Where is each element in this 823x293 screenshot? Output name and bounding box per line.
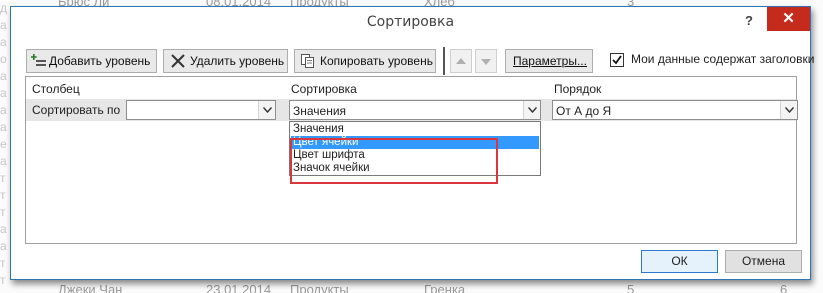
delete-x-icon [170, 53, 186, 69]
sort-on-dropdown-button[interactable] [523, 101, 540, 119]
add-level-label: Добавить уровень [49, 54, 151, 68]
move-up-button[interactable] [450, 49, 472, 73]
headers-checkbox[interactable] [610, 53, 624, 67]
background-row-bottom: Джеки Чан 23.01.2014 Продукты Гренка 5 6 [0, 283, 823, 293]
bg-cell: 23.01.2014 [206, 283, 272, 293]
delete-level-label: Удалить уровень [190, 54, 285, 68]
sort-on-option-values[interactable]: Значения [291, 123, 539, 136]
column-select[interactable] [126, 100, 276, 120]
sort-dialog: Сортировка ? ✕ Добавить уровень Удалить … [10, 6, 814, 280]
copy-level-button[interactable]: Копировать уровень [294, 49, 436, 73]
dialog-title: Сортировка [366, 14, 455, 30]
order-dropdown-button[interactable] [780, 101, 797, 119]
column-dropdown-button[interactable] [258, 101, 275, 119]
cancel-button[interactable]: Отмена [725, 250, 802, 273]
add-level-button[interactable]: Добавить уровень [26, 49, 157, 73]
bg-cell: Продукты [290, 283, 349, 293]
arrow-down-icon [481, 59, 491, 65]
help-button[interactable]: ? [739, 11, 759, 31]
bg-cell: Гренка [424, 283, 466, 293]
column-header: Столбец [32, 82, 80, 96]
order-header: Порядок [554, 82, 602, 96]
options-label: Параметры... [513, 54, 587, 68]
arrow-up-icon [456, 58, 466, 64]
checkmark-icon [612, 55, 622, 65]
order-select[interactable]: От А до Я [552, 100, 798, 120]
chevron-down-icon [528, 107, 537, 113]
order-select-value: От А до Я [556, 104, 612, 118]
bg-cell: 6 [780, 283, 788, 293]
bg-cell: Джеки Чан [58, 283, 123, 293]
options-button[interactable]: Параметры... [505, 49, 593, 73]
add-level-icon [31, 53, 47, 69]
headers-checkbox-label[interactable]: Мои данные содержат заголовки [631, 52, 814, 66]
sort-on-select[interactable]: Значения [289, 100, 541, 120]
chevron-down-icon [785, 107, 794, 113]
chevron-down-icon [263, 107, 272, 113]
sort-levels-grid: Столбец Сортировка Порядок Сортировать п… [25, 76, 798, 244]
delete-level-button[interactable]: Удалить уровень [163, 49, 288, 73]
title-bar[interactable]: Сортировка ? ✕ [11, 7, 810, 37]
highlight-annotation-box [290, 138, 498, 184]
copy-icon [300, 53, 316, 69]
sort-on-header: Сортировка [291, 82, 357, 96]
ok-button[interactable]: ОК [641, 250, 718, 273]
background-column-letters: д а а о а а а а е а т т т а а т т [0, 1, 8, 287]
sort-by-label: Сортировать по [32, 103, 121, 117]
bg-cell: 5 [627, 283, 635, 293]
copy-level-label: Копировать уровень [320, 54, 433, 68]
toolbar-separator [443, 47, 445, 75]
move-down-button[interactable] [475, 49, 497, 73]
sort-on-select-value: Значения [293, 104, 347, 118]
close-button[interactable]: ✕ [767, 7, 810, 31]
